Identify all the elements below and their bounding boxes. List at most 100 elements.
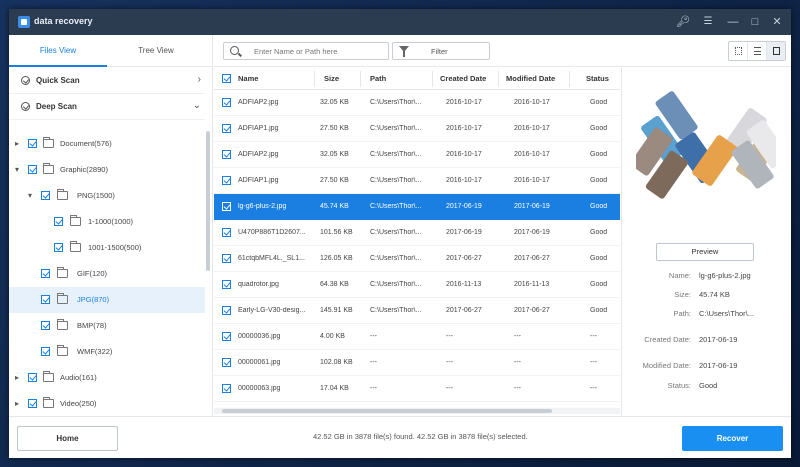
caret-down-icon[interactable]: ▾ [28, 191, 32, 200]
table-row[interactable]: ADFIAP1.jpg 27.50 KB C:\Users\Thor\... 2016… [214, 116, 620, 142]
sidebar-scrollbar[interactable] [206, 131, 210, 271]
table-row[interactable]: 61ctqbMFL4L._SL1... 126.05 KB C:\Users\Tho… [214, 246, 620, 272]
cell-status: --- [590, 385, 597, 392]
column-status[interactable]: Status [586, 74, 609, 83]
cell-modified-date: --- [514, 359, 521, 366]
quick-scan-row[interactable]: Quick Scan › [9, 68, 205, 94]
column-created-date[interactable]: Created Date [440, 74, 486, 83]
tree-item-1-1000[interactable]: 1-1000(1000) [9, 209, 205, 235]
tree-item-label: GIF(120) [77, 269, 108, 278]
checkbox[interactable] [28, 373, 37, 382]
tree-item-gif[interactable]: GIF(120) [9, 261, 205, 287]
checkbox[interactable] [54, 217, 63, 226]
select-all-checkbox[interactable] [222, 74, 231, 83]
home-button[interactable]: Home [17, 426, 118, 451]
row-checkbox[interactable] [222, 358, 231, 367]
row-checkbox[interactable] [222, 202, 231, 211]
row-checkbox[interactable] [222, 124, 231, 133]
chevron-down-icon[interactable]: ⌄ [193, 100, 201, 111]
caret-right-icon[interactable]: ▸ [15, 373, 19, 382]
table-row[interactable]: lg-g6-plus-2.jpg 45.74 KB C:\Users\Thor\..… [214, 194, 620, 220]
row-checkbox[interactable] [222, 98, 231, 107]
row-checkbox[interactable] [222, 384, 231, 393]
caret-right-icon[interactable]: ▸ [15, 139, 19, 148]
row-checkbox[interactable] [222, 332, 231, 341]
checkbox[interactable] [28, 399, 37, 408]
row-checkbox[interactable] [222, 280, 231, 289]
tree-item-bmp[interactable]: BMP(78) [9, 313, 205, 339]
checkbox[interactable] [41, 295, 50, 304]
preview-thumbnail [636, 91, 776, 199]
preview-button[interactable]: Preview [656, 243, 754, 261]
app-window: data recovery 🔑︎ ☰ — □ ✕ Files View Tree… [9, 9, 791, 458]
tree-item-video[interactable]: ▸ Video(250) [9, 391, 205, 416]
horizontal-scrollbar[interactable] [214, 408, 620, 414]
cell-modified-date: --- [514, 333, 521, 340]
table-row[interactable]: ADFIAP2.jpg 32.05 KB C:\Users\Thor\... 2016… [214, 90, 620, 116]
cell-path: --- [370, 333, 377, 340]
cell-modified-date: --- [514, 385, 521, 392]
column-modified-date[interactable]: Modified Date [506, 74, 555, 83]
column-name[interactable]: Name [238, 74, 258, 83]
checkbox[interactable] [41, 191, 50, 200]
list-view-button[interactable] [748, 42, 767, 60]
table-row[interactable]: 00000036.jpg 4.00 KB --- --- --- --- [214, 324, 620, 350]
cell-status: Good [590, 99, 608, 106]
tree-item-graphic[interactable]: ▾ Graphic(2890) [9, 157, 205, 183]
tree-item-jpg[interactable]: JPG(870) [9, 287, 205, 313]
tree-item-wmf[interactable]: WMF(322) [9, 339, 205, 365]
cell-name: Early-LG-V30-desig... [238, 307, 306, 314]
row-checkbox[interactable] [222, 306, 231, 315]
table-row[interactable]: quadrotor.jpg 64.38 KB C:\Users\Thor\... 20… [214, 272, 620, 298]
row-checkbox[interactable] [222, 176, 231, 185]
filter-button[interactable]: Filter [392, 42, 490, 60]
close-icon[interactable]: ✕ [769, 14, 785, 30]
tree-item-document[interactable]: ▸ Document(576) [9, 131, 205, 157]
table-row[interactable]: 00000061.jpg 102.08 KB --- --- --- --- [214, 350, 620, 376]
row-checkbox[interactable] [222, 228, 231, 237]
toolbar: Enter Name or Path here Filter [214, 35, 791, 67]
cell-status: Good [590, 255, 608, 262]
deep-scan-label: Deep Scan [36, 102, 77, 111]
row-checkbox[interactable] [222, 254, 231, 263]
menu-icon[interactable]: ☰ [700, 14, 716, 30]
checkbox[interactable] [41, 269, 50, 278]
search-placeholder: Enter Name or Path here [254, 47, 338, 56]
folder-icon [43, 371, 54, 382]
tab-files-view[interactable]: Files View [9, 35, 107, 67]
row-checkbox[interactable] [222, 150, 231, 159]
detail-view-button[interactable] [767, 42, 785, 60]
tree-item-audio[interactable]: ▸ Audio(161) [9, 365, 205, 391]
key-icon[interactable]: 🔑︎ [675, 14, 691, 30]
table-row[interactable]: Early-LG-V30-desig... 145.91 KB C:\Users\T… [214, 298, 620, 324]
caret-down-icon[interactable]: ▾ [15, 165, 19, 174]
checkbox[interactable] [41, 347, 50, 356]
table-row[interactable]: U470P886T1D2607... 101.56 KB C:\Users\Thor… [214, 220, 620, 246]
tree-item-png[interactable]: ▾ PNG(1500) [9, 183, 205, 209]
tab-tree-view[interactable]: Tree View [107, 35, 205, 67]
file-table: Name Size Path Created Date Modified Dat… [214, 68, 620, 416]
caret-right-icon[interactable]: ▸ [15, 399, 19, 408]
checkbox[interactable] [28, 139, 37, 148]
folder-icon [43, 397, 54, 408]
cell-name: 00000036.jpg [238, 333, 281, 340]
table-row[interactable]: 00000063.jpg 17.04 KB --- --- --- --- [214, 376, 620, 402]
search-input[interactable]: Enter Name or Path here [223, 42, 389, 60]
checkbox[interactable] [28, 165, 37, 174]
table-row[interactable]: ADFIAP2.jpg 32.05 KB C:\Users\Thor\... 2016… [214, 142, 620, 168]
deep-scan-row[interactable]: Deep Scan ⌄ [9, 94, 205, 120]
maximize-icon[interactable]: □ [747, 14, 763, 30]
recover-button[interactable]: Recover [682, 426, 783, 451]
cell-path: --- [370, 385, 377, 392]
checkbox[interactable] [54, 243, 63, 252]
column-path[interactable]: Path [370, 74, 386, 83]
chevron-right-icon[interactable]: › [198, 74, 201, 85]
checkbox[interactable] [41, 321, 50, 330]
meta-value-size: 45.74 KB [699, 290, 730, 299]
table-row[interactable]: ADFIAP1.jpg 27.50 KB C:\Users\Thor\... 2016… [214, 168, 620, 194]
thumbnail-view-button[interactable] [729, 42, 748, 60]
column-size[interactable]: Size [324, 74, 339, 83]
scrollbar-thumb[interactable] [222, 409, 552, 413]
tree-item-1001-1500[interactable]: 1001-1500(500) [9, 235, 205, 261]
minimize-icon[interactable]: — [725, 14, 741, 30]
